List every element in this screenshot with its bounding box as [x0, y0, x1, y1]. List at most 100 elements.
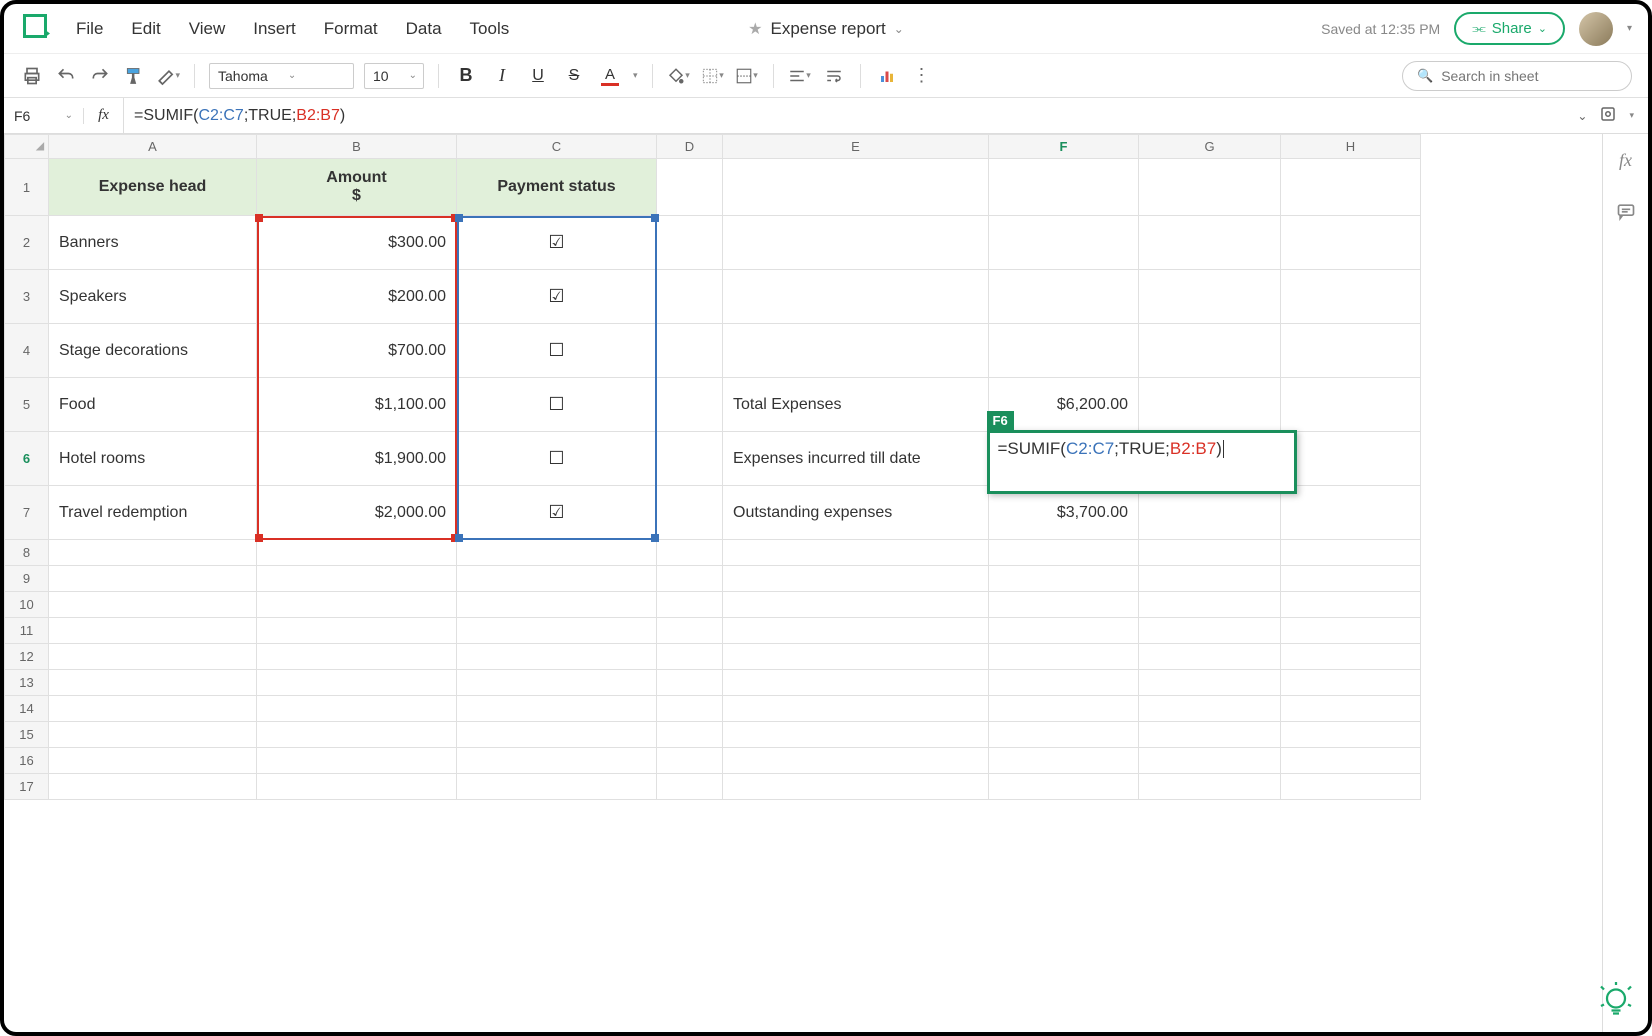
cell-B3[interactable]: $200.00 [257, 270, 457, 324]
cell-B15[interactable] [257, 722, 457, 748]
cell-A16[interactable] [49, 748, 257, 774]
row-header-5[interactable]: 5 [5, 378, 49, 432]
cell-B12[interactable] [257, 644, 457, 670]
cell-F7[interactable]: $3,700.00 [989, 486, 1139, 540]
underline-button[interactable]: U [525, 63, 551, 89]
share-button[interactable]: ⫘ Share ⌄ [1454, 12, 1565, 45]
cell-G5[interactable] [1139, 378, 1281, 432]
cell-D1[interactable] [657, 159, 723, 216]
cell-D14[interactable] [657, 696, 723, 722]
cell-B16[interactable] [257, 748, 457, 774]
cell-E12[interactable] [723, 644, 989, 670]
cell-B10[interactable] [257, 592, 457, 618]
cell-C2[interactable]: ☑ [457, 216, 657, 270]
search-input[interactable] [1441, 68, 1617, 84]
cell-B11[interactable] [257, 618, 457, 644]
spreadsheet-grid[interactable]: ◢ABCDEFGH1Expense headAmount$Payment sta… [4, 134, 1602, 1032]
more-icon[interactable]: ⋮ [909, 64, 933, 88]
cell-C16[interactable] [457, 748, 657, 774]
cell-ref-caret-icon[interactable]: ⌄ [65, 110, 73, 121]
cell-G14[interactable] [1139, 696, 1281, 722]
cell-G17[interactable] [1139, 774, 1281, 800]
cell-E1[interactable] [723, 159, 989, 216]
cell-D8[interactable] [657, 540, 723, 566]
cell-C4[interactable]: ☐ [457, 324, 657, 378]
cell-A17[interactable] [49, 774, 257, 800]
cell-B14[interactable] [257, 696, 457, 722]
menu-insert[interactable]: Insert [253, 19, 296, 39]
menu-edit[interactable]: Edit [131, 19, 160, 39]
cell-E4[interactable] [723, 324, 989, 378]
text-wrap-icon[interactable] [822, 64, 846, 88]
help-bulb-icon[interactable] [1598, 982, 1634, 1018]
cell-F12[interactable] [989, 644, 1139, 670]
cell-H12[interactable] [1281, 644, 1421, 670]
col-header-D[interactable]: D [657, 135, 723, 159]
cell-H17[interactable] [1281, 774, 1421, 800]
cell-G2[interactable] [1139, 216, 1281, 270]
cell-F2[interactable] [989, 216, 1139, 270]
cell-G8[interactable] [1139, 540, 1281, 566]
cell-D2[interactable] [657, 216, 723, 270]
row-header-13[interactable]: 13 [5, 670, 49, 696]
row-header-6[interactable]: 6 [5, 432, 49, 486]
fx-panel-icon[interactable]: fx [1619, 150, 1632, 171]
cell-E16[interactable] [723, 748, 989, 774]
cell-A1[interactable]: Expense head [49, 159, 257, 216]
cell-A7[interactable]: Travel redemption [49, 486, 257, 540]
formula-input[interactable]: =SUMIF(C2:C7;TRUE;B2:B7) [124, 107, 1563, 125]
menu-file[interactable]: File [76, 19, 103, 39]
col-header-G[interactable]: G [1139, 135, 1281, 159]
cell-B6[interactable]: $1,900.00 [257, 432, 457, 486]
bold-button[interactable]: B [453, 63, 479, 89]
cell-D3[interactable] [657, 270, 723, 324]
star-icon[interactable]: ★ [748, 19, 762, 39]
cell-E7[interactable]: Outstanding expenses [723, 486, 989, 540]
cell-B5[interactable]: $1,100.00 [257, 378, 457, 432]
cell-G4[interactable] [1139, 324, 1281, 378]
cell-G15[interactable] [1139, 722, 1281, 748]
col-header-F[interactable]: F [989, 135, 1139, 159]
row-header-2[interactable]: 2 [5, 216, 49, 270]
cell-H7[interactable] [1281, 486, 1421, 540]
cell-A5[interactable]: Food [49, 378, 257, 432]
font-size-select[interactable]: 10⌄ [364, 63, 424, 89]
cell-A15[interactable] [49, 722, 257, 748]
cell-A11[interactable] [49, 618, 257, 644]
cell-C10[interactable] [457, 592, 657, 618]
row-header-9[interactable]: 9 [5, 566, 49, 592]
menu-view[interactable]: View [189, 19, 226, 39]
cell-E10[interactable] [723, 592, 989, 618]
cell-D17[interactable] [657, 774, 723, 800]
cell-A12[interactable] [49, 644, 257, 670]
cell-B8[interactable] [257, 540, 457, 566]
cell-F15[interactable] [989, 722, 1139, 748]
row-header-7[interactable]: 7 [5, 486, 49, 540]
cell-B7[interactable]: $2,000.00 [257, 486, 457, 540]
cell-C15[interactable] [457, 722, 657, 748]
cell-H9[interactable] [1281, 566, 1421, 592]
cell-H6[interactable] [1281, 432, 1421, 486]
cell-D15[interactable] [657, 722, 723, 748]
col-header-C[interactable]: C [457, 135, 657, 159]
cell-D9[interactable] [657, 566, 723, 592]
cell-E9[interactable] [723, 566, 989, 592]
cell-C17[interactable] [457, 774, 657, 800]
align-icon[interactable]: ▾ [788, 64, 812, 88]
cell-E11[interactable] [723, 618, 989, 644]
cell-E15[interactable] [723, 722, 989, 748]
redo-icon[interactable] [88, 64, 112, 88]
cell-D12[interactable] [657, 644, 723, 670]
formula-expand-icon[interactable]: ⌄ [1577, 109, 1587, 123]
chart-icon[interactable] [875, 64, 899, 88]
col-header-B[interactable]: B [257, 135, 457, 159]
user-avatar[interactable] [1579, 12, 1613, 46]
row-header-12[interactable]: 12 [5, 644, 49, 670]
row-header-16[interactable]: 16 [5, 748, 49, 774]
row-header-10[interactable]: 10 [5, 592, 49, 618]
cell-A13[interactable] [49, 670, 257, 696]
cell-C6[interactable]: ☐ [457, 432, 657, 486]
row-header-17[interactable]: 17 [5, 774, 49, 800]
active-cell-editor[interactable]: F6 =SUMIF(C2:C7;TRUE;B2:B7) [987, 430, 1297, 494]
cell-A8[interactable] [49, 540, 257, 566]
